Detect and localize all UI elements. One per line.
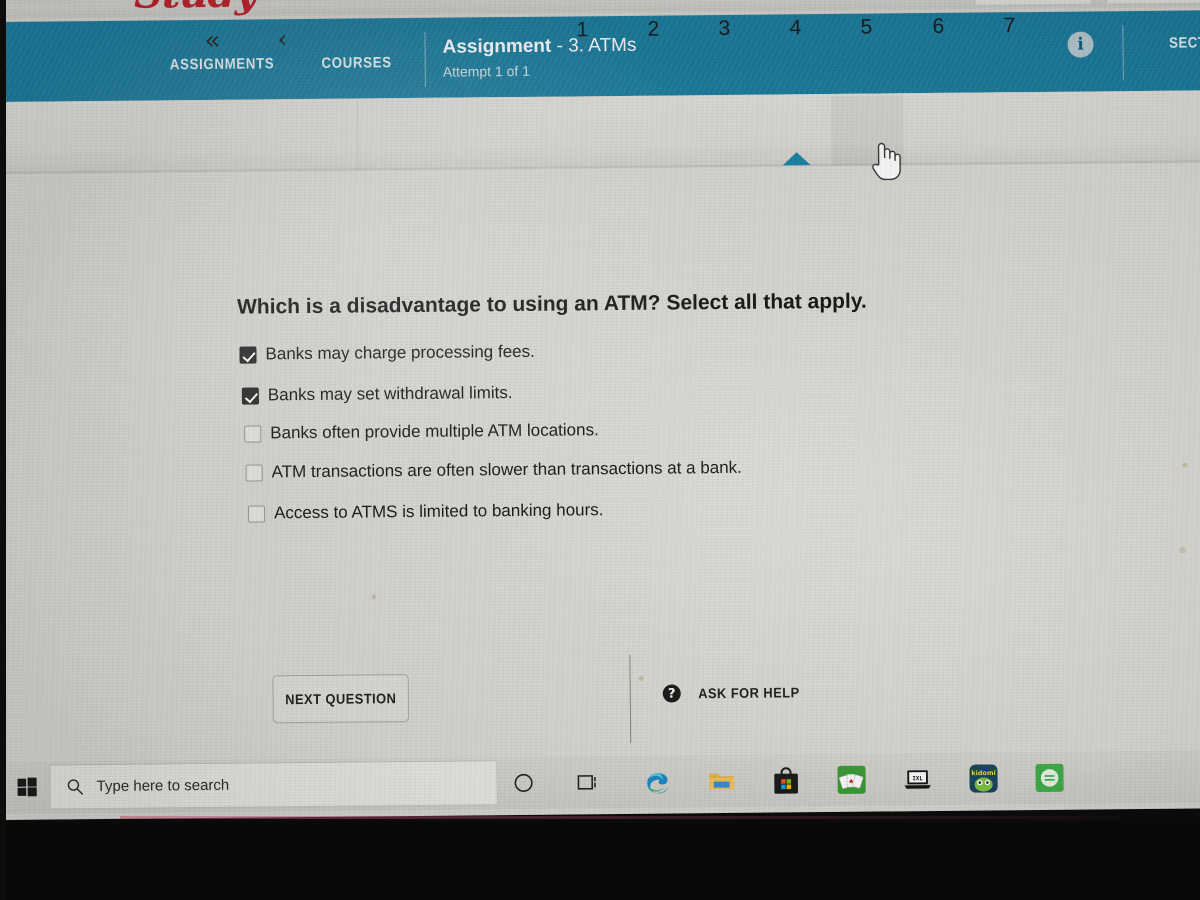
search-icon [67, 779, 83, 795]
footer-divider [629, 654, 632, 743]
page-title: Assignment - 3. ATMs [442, 34, 636, 60]
question-nav-bar [0, 90, 1200, 174]
microsoft-edge-icon[interactable] [639, 764, 675, 798]
question-number-5[interactable]: 5 [846, 15, 886, 39]
windows-start-icon[interactable] [9, 772, 43, 802]
first-question-button[interactable]: « [204, 26, 220, 56]
nav-assignments[interactable]: ASSIGNMENTS [170, 55, 275, 73]
question-number-6[interactable]: 6 [918, 15, 958, 39]
task-view-icon[interactable] [569, 765, 605, 799]
answer-choice-5[interactable]: Access to ATMS is limited to banking hou… [247, 499, 604, 524]
checkbox-checked[interactable] [239, 346, 257, 364]
assignment-title-block: Assignment - 3. ATMs Attempt 1 of 1 [442, 34, 636, 80]
info-icon[interactable]: i [1067, 31, 1094, 58]
nav-courses[interactable]: COURSES [321, 54, 391, 72]
laptop-bezel-left [0, 0, 6, 900]
svg-text:♠: ♠ [848, 778, 854, 785]
laptop-app-label: IXL [912, 776, 923, 782]
dust-speck [1179, 546, 1187, 554]
microsoft-store-icon[interactable] [767, 763, 803, 797]
laptop-app-icon[interactable]: IXL [899, 762, 935, 796]
active-question-marker [782, 152, 811, 166]
question-mark-icon: ? [662, 684, 681, 703]
dust-speck [371, 594, 376, 600]
answer-choice-label[interactable]: Banks often provide multiple ATM locatio… [270, 419, 599, 443]
dust-speck [638, 675, 644, 681]
green-circle-app-icon[interactable] [1031, 761, 1067, 795]
question-content: Which is a disadvantage to using an ATM?… [0, 162, 1200, 762]
ask-for-help-label: ASK FOR HELP [698, 684, 800, 702]
laptop-bezel-bottom [0, 822, 1200, 900]
answer-choice-3[interactable]: Banks often provide multiple ATM locatio… [244, 419, 599, 444]
attempt-label: Attempt 1 of 1 [442, 62, 531, 80]
kidomi-icon[interactable]: kidomi [965, 761, 1001, 795]
browser-tab[interactable] [1105, 0, 1200, 4]
question-number-3[interactable]: 3 [704, 17, 744, 41]
browser-tab[interactable] [973, 0, 1093, 5]
site-logo: Study [134, 0, 257, 18]
search-input[interactable]: Type here to search [49, 760, 498, 810]
next-question-button[interactable]: NEXT QUESTION [272, 674, 410, 724]
question-number-2[interactable]: 2 [633, 17, 673, 41]
assignment-title-main: Assignment [442, 35, 552, 58]
question-prompt: Which is a disadvantage to using an ATM?… [236, 289, 867, 319]
answer-choice-2[interactable]: Banks may set withdrawal limits. [241, 382, 513, 406]
checkbox-unchecked[interactable] [244, 425, 262, 443]
ask-for-help-button[interactable]: ? ASK FOR HELP [662, 683, 804, 703]
answer-choice-4[interactable]: ATM transactions are often slower than t… [245, 457, 742, 483]
windows-taskbar: Type here to search ♠ IXL kidomi [1, 750, 1200, 814]
answer-choice-label[interactable]: Access to ATMS is limited to banking hou… [274, 499, 604, 523]
hand-pointer-cursor [867, 138, 901, 181]
answer-choice-label[interactable]: ATM transactions are often slower than t… [272, 457, 742, 483]
checkbox-checked[interactable] [241, 387, 259, 405]
answer-choice-label[interactable]: Banks may charge processing fees. [265, 341, 535, 365]
svg-text:kidomi: kidomi [971, 769, 995, 777]
search-placeholder: Type here to search [96, 776, 230, 796]
dust-speck [1182, 462, 1188, 468]
answer-choice-label[interactable]: Banks may set withdrawal limits. [268, 382, 513, 406]
laptop-photo: Study ASSIGNMENTS COURSES Assignment - 3… [0, 0, 1200, 900]
checkbox-unchecked[interactable] [247, 505, 266, 523]
answer-choice-1[interactable]: Banks may charge processing fees. [239, 341, 535, 365]
cortana-icon[interactable] [505, 766, 541, 800]
previous-question-button[interactable]: ‹ [277, 25, 287, 53]
question-number-4[interactable]: 4 [775, 16, 815, 40]
question-number-7[interactable]: 7 [989, 14, 1029, 38]
laptop-screen: Study ASSIGNMENTS COURSES Assignment - 3… [0, 0, 1200, 820]
solitaire-icon[interactable]: ♠ [833, 763, 869, 797]
section-label[interactable]: SECT [1169, 34, 1200, 51]
checkbox-unchecked[interactable] [245, 464, 263, 482]
file-explorer-icon[interactable] [703, 764, 739, 798]
screen-edge-glare [120, 816, 1120, 819]
question-number-1[interactable]: 1 [562, 18, 602, 42]
